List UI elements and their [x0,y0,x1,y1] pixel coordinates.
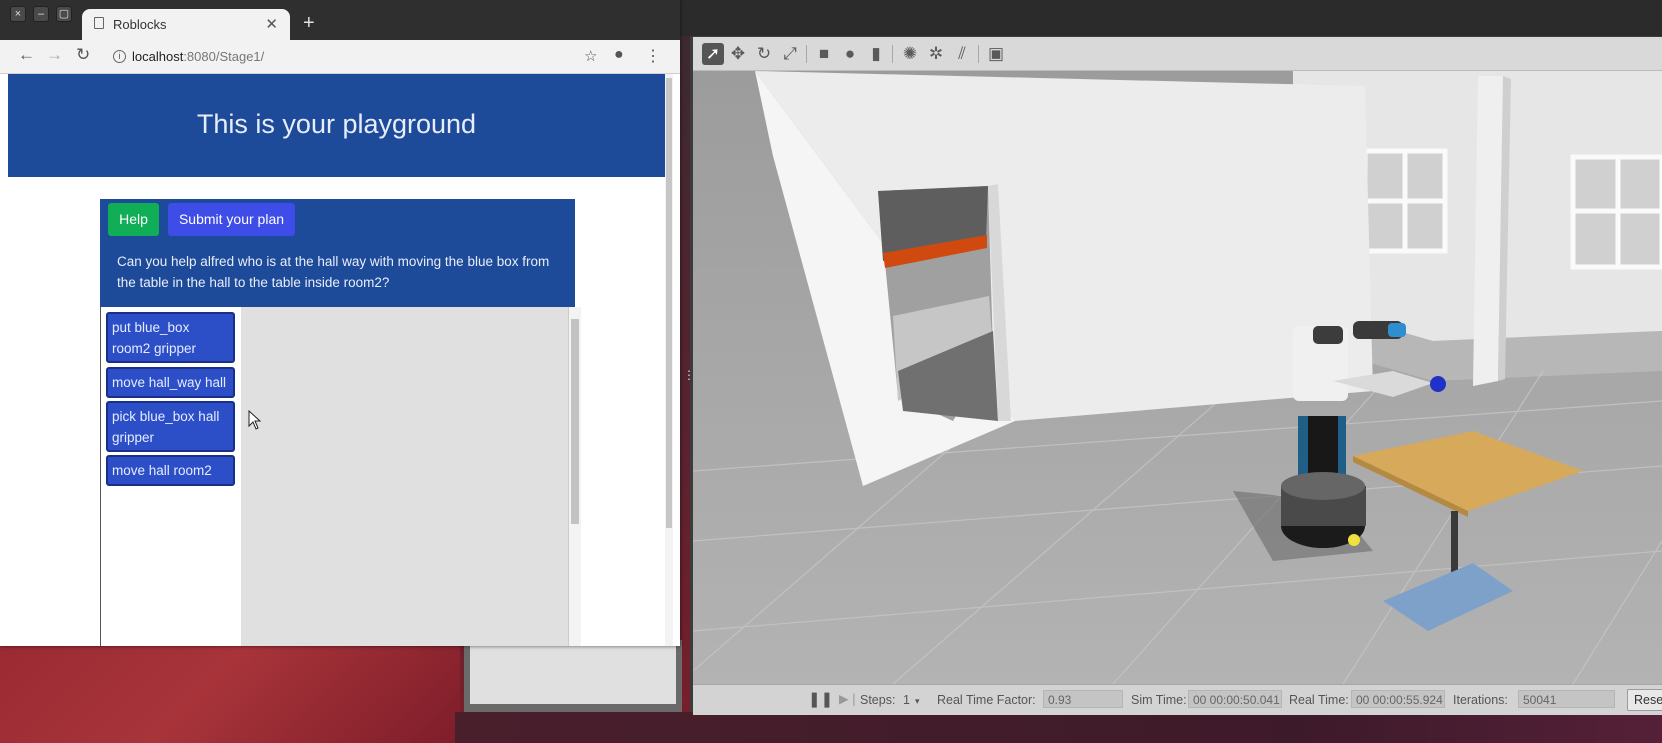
browser-window: × – ▢ Roblocks ✕ + ← → ↻ i localhost:808… [0,0,680,646]
site-info-icon[interactable]: i [113,50,126,63]
action-block[interactable]: move hall_way hall [106,367,235,398]
rtf-field: 0.93 [1043,690,1123,708]
minimize-window-icon[interactable]: – [33,6,49,22]
browser-tab[interactable]: Roblocks ✕ [82,9,290,40]
mouse-cursor-icon [248,410,262,430]
gazebo-toolbar: ➚ ✥ ↻ ⤢ ■ ● ▮ ✺ ✲ ⫽ ▣ [693,37,1662,71]
forward-icon[interactable]: → [46,45,63,65]
screenshot-icon[interactable]: ▣ [985,43,1007,65]
plan-workspace[interactable] [241,307,568,646]
steps-value[interactable]: 1 [903,693,910,707]
workspace-scroll-thumb[interactable] [571,319,579,524]
tab-close-icon[interactable]: ✕ [265,15,278,33]
steps-chevron-down-icon[interactable]: ▾ [915,696,920,707]
gazebo-side-panel [464,640,682,712]
step-icon[interactable]: ▶❘ [839,691,859,706]
back-icon[interactable]: ← [18,45,35,65]
action-block[interactable]: pick blue_box hall gripper [106,401,235,452]
close-window-icon[interactable]: × [10,6,26,22]
url-host: localhost [132,49,184,64]
page-scroll-thumb[interactable] [666,78,672,528]
document-icon [94,17,104,29]
bookmark-star-icon[interactable]: ☆ [584,47,597,65]
submit-plan-button[interactable]: Submit your plan [168,203,295,236]
sphere-icon[interactable]: ● [839,43,861,65]
page-scrollbar[interactable] [665,74,673,646]
browser-titlebar: × – ▢ Roblocks ✕ + [0,0,680,40]
tab-title: Roblocks [113,17,167,32]
directional-light-icon[interactable]: ⫽ [951,43,973,65]
point-light-icon[interactable]: ✺ [899,43,921,65]
translate-icon[interactable]: ✥ [727,43,749,65]
rotate-icon[interactable]: ↻ [753,43,775,65]
address-bar: ← → ↻ i localhost:8080/Stage1/ ☆ ● ⋮ [0,40,680,74]
block-palette: put blue_box room2 gripper move hall_way… [100,307,242,646]
scale-icon[interactable]: ⤢ [779,43,801,65]
new-tab-icon[interactable]: + [303,12,315,35]
gazebo-3d-viewport[interactable] [693,71,1662,684]
action-block[interactable]: move hall room2 [106,455,235,486]
reload-icon[interactable]: ↻ [76,45,90,65]
box-icon[interactable]: ■ [813,43,835,65]
menu-kebab-icon[interactable]: ⋮ [645,46,661,66]
gazebo-status-bar: ❚❚ ▶❘ Steps: 1 ▾ Real Time Factor: 0.93 … [693,684,1662,715]
web-page: This is your playground Help Submit your… [8,74,673,646]
task-panel: Help Submit your plan Can you help alfre… [100,199,575,307]
desktop-wallpaper [0,640,460,743]
url-field[interactable]: localhost:8080/Stage1/ [132,49,264,64]
iterations-field: 50041 [1518,690,1615,708]
page-banner: This is your playground [8,74,665,177]
cylinder-icon[interactable]: ▮ [865,43,887,65]
real-time-label: Real Time: [1289,693,1349,707]
maximize-window-icon[interactable]: ▢ [56,6,72,22]
workspace-scrollbar[interactable] [568,307,581,646]
url-path: :8080/Stage1/ [183,49,265,64]
gazebo-title-area [680,0,1662,36]
rtf-label: Real Time Factor: [937,693,1036,707]
desktop-taskbar-area [455,712,1662,743]
real-time-field: 00 00:00:55.924 [1351,690,1445,708]
spot-light-icon[interactable]: ✲ [925,43,947,65]
task-description: Can you help alfred who is at the hall w… [117,254,550,290]
page-title: This is your playground [196,109,477,139]
steps-label: Steps: [860,693,896,707]
sim-time-field: 00 00:00:50.041 [1188,690,1282,708]
account-icon[interactable]: ● [614,46,624,64]
iterations-label: Iterations: [1453,693,1508,707]
action-block[interactable]: put blue_box room2 gripper [106,312,235,363]
reset-button[interactable]: Reset [1627,689,1662,711]
help-button[interactable]: Help [108,203,159,236]
sim-time-label: Sim Time: [1131,693,1187,707]
pause-icon[interactable]: ❚❚ [808,690,833,708]
select-arrow-icon[interactable]: ➚ [702,43,724,65]
